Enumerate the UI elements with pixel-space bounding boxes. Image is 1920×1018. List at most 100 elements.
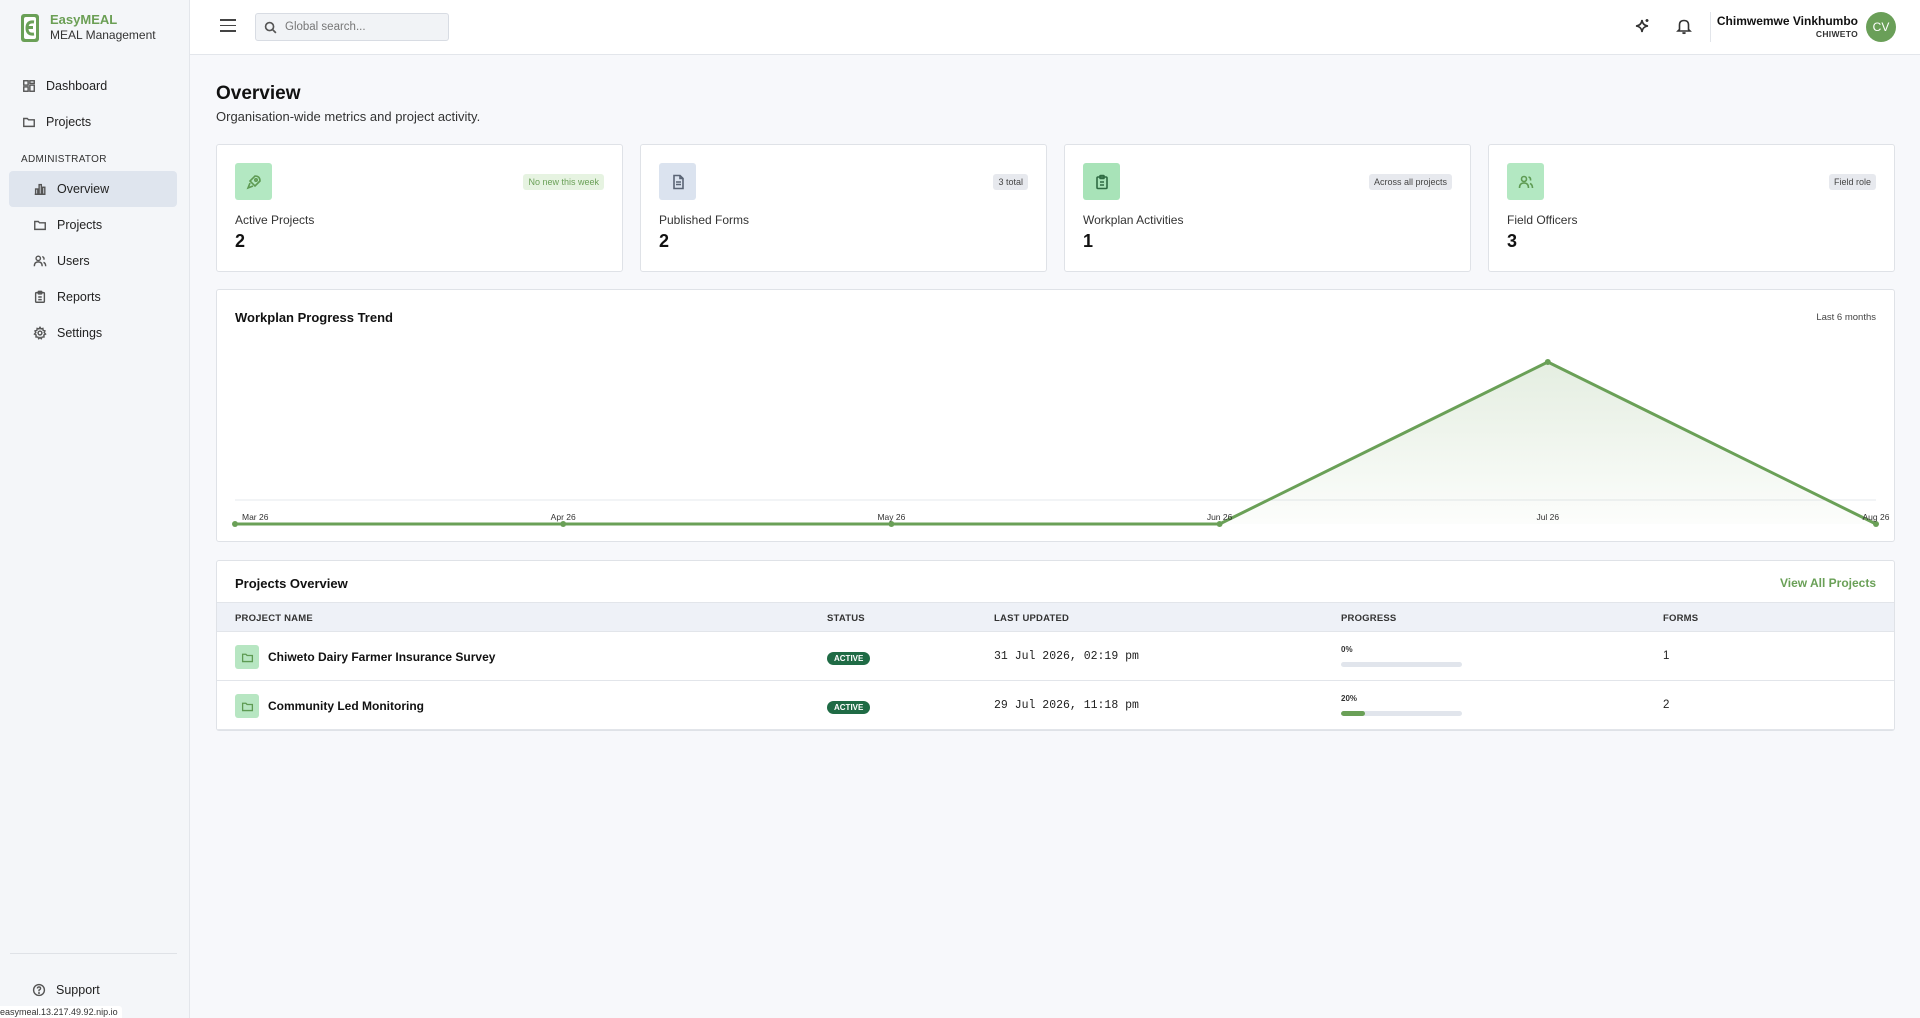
hamburger-line [220, 30, 236, 32]
stat-card-published-forms: 3 total Published Forms 2 [640, 144, 1047, 272]
notifications-button[interactable] [1675, 17, 1693, 35]
stat-label: Workplan Activities [1083, 213, 1184, 227]
project-folder-badge [235, 694, 259, 718]
sparkle-icon [1635, 19, 1649, 33]
global-search[interactable] [255, 13, 449, 41]
workplan-trend-card: Mar 26 Apr 26 May 26 Jun 26 Jul 26 Aug 26 Wor… [216, 289, 1895, 542]
sidebar-item-dashboard[interactable]: Dashboard [10, 68, 180, 104]
sidebar-item-label: Reports [57, 290, 101, 304]
ai-sparkle-button[interactable] [1633, 17, 1651, 35]
user-menu[interactable]: Chimwemwe Vinkhumbo CHIWETO [1717, 14, 1858, 39]
support-nav: Support [10, 972, 200, 1008]
help-circle-icon [32, 983, 46, 997]
stat-badge: Field role [1828, 174, 1876, 190]
forms-count: 2 [1663, 699, 1670, 711]
project-name[interactable]: Community Led Monitoring [268, 699, 424, 713]
column-header-status[interactable]: STATUS [827, 613, 865, 624]
stat-card-field-officers: Field role Field Officers 3 [1488, 144, 1895, 272]
sidebar-item-users[interactable]: Users [9, 243, 177, 279]
stat-badge: Across all projects [1368, 174, 1452, 190]
column-header-progress[interactable]: PROGRESS [1341, 613, 1396, 624]
user-name: Chimwemwe Vinkhumbo [1716, 14, 1858, 28]
sidebar-item-label: Projects [57, 218, 103, 232]
brand[interactable]: EasyMEAL MEAL Management [0, 0, 189, 54]
clipboard-icon [1095, 174, 1108, 189]
stat-icon-box [1507, 163, 1544, 200]
table-row[interactable]: Community Led Monitoring ACTIVE 29 Jul 2… [217, 682, 1894, 730]
sidebar-item-overview[interactable]: Overview [9, 171, 177, 207]
sidebar-item-support[interactable]: Support [20, 972, 190, 1008]
table-row[interactable]: Chiweto Dairy Farmer Insurance Survey AC… [217, 633, 1894, 681]
sidebar-item-projects[interactable]: Projects [10, 104, 180, 140]
topbar: Chimwemwe Vinkhumbo CHIWETO CV [190, 0, 1920, 55]
bell-icon [1676, 19, 1692, 35]
stat-badge: No new this week [523, 174, 604, 190]
stat-badge: 3 total [993, 174, 1028, 190]
sidebar-item-label: Dashboard [46, 79, 108, 93]
sidebar-item-label: Settings [57, 326, 103, 340]
easymeal-logo-icon [21, 14, 39, 42]
chart-tick-label: May 26 [877, 512, 905, 522]
progress-label: 0% [1341, 645, 1353, 654]
sidebar-item-label: Projects [46, 115, 92, 129]
chart-tick-label: Jul 26 [1536, 512, 1559, 522]
folder-icon [241, 702, 253, 711]
admin-nav: Overview Projects Users Reports Settings [0, 171, 190, 351]
progress-bar-fill [1341, 711, 1366, 716]
sidebar-item-reports[interactable]: Reports [9, 279, 177, 315]
status-badge: ACTIVE [827, 701, 871, 714]
progress-bar [1341, 662, 1462, 667]
clipboard-icon [34, 290, 46, 303]
table-header: PROJECT NAME STATUS LAST UPDATED PROGRES… [217, 602, 1894, 632]
stat-icon-box [659, 163, 696, 200]
column-header-forms[interactable]: FORMS [1663, 613, 1698, 624]
progress-bar [1341, 711, 1462, 716]
stat-label: Active Projects [235, 213, 315, 227]
last-updated: 31 Jul 2026, 02:19 pm [994, 650, 1139, 663]
sidebar-item-label: Support [56, 983, 100, 997]
projects-overview-title: Projects Overview [235, 576, 348, 591]
stat-icon-box [1083, 163, 1120, 200]
sidebar-item-settings[interactable]: Settings [9, 315, 177, 351]
folder-icon [241, 653, 253, 662]
topbar-separator [1710, 12, 1711, 42]
status-url: easymeal.13.217.49.92.nip.io [0, 1006, 122, 1018]
chart-point[interactable] [1544, 359, 1551, 365]
gear-icon [33, 326, 47, 340]
brand-subtitle: MEAL Management [50, 28, 156, 42]
stat-value: 1 [1083, 231, 1094, 251]
project-name[interactable]: Chiweto Dairy Farmer Insurance Survey [268, 650, 495, 664]
chart-point[interactable] [232, 521, 238, 527]
hamburger-line [220, 24, 236, 27]
sidebar-item-admin-projects[interactable]: Projects [9, 207, 177, 243]
stat-value: 3 [1507, 231, 1518, 251]
users-icon [1518, 175, 1533, 188]
stat-card-workplan-activities: Across all projects Workplan Activities … [1064, 144, 1471, 272]
column-header-last-updated[interactable]: LAST UPDATED [994, 613, 1069, 624]
section-label-administrator: ADMINISTRATOR [21, 154, 107, 165]
page-title: Overview [216, 83, 301, 104]
chart-tick-label: Mar 26 [242, 512, 269, 522]
stat-value: 2 [659, 231, 670, 251]
page-subtitle: Organisation-wide metrics and project ac… [216, 109, 481, 124]
avatar[interactable]: CV [1866, 12, 1896, 42]
menu-toggle-button[interactable] [220, 19, 236, 33]
main-nav: Dashboard Projects [0, 68, 190, 140]
sidebar: EasyMEAL MEAL Management Dashboard Proje… [0, 0, 190, 1018]
sidebar-divider [10, 953, 177, 954]
stat-label: Published Forms [659, 213, 750, 227]
project-folder-badge [235, 645, 259, 669]
chart-range-label: Last 6 months [1816, 312, 1876, 323]
stat-icon-box [235, 163, 272, 200]
hamburger-icon [220, 19, 236, 21]
search-input[interactable] [285, 21, 435, 33]
view-all-projects-link[interactable]: View All Projects [1780, 576, 1876, 590]
chart-title: Workplan Progress Trend [235, 310, 393, 325]
chart-tick-label: Apr 26 [551, 512, 576, 522]
chart-tick-label: Jun 26 [1207, 512, 1233, 522]
search-icon [264, 21, 277, 33]
user-organisation: CHIWETO [1815, 29, 1858, 39]
column-header-project-name[interactable]: PROJECT NAME [235, 613, 313, 624]
forms-count: 1 [1663, 650, 1670, 662]
grid-icon [23, 80, 35, 92]
